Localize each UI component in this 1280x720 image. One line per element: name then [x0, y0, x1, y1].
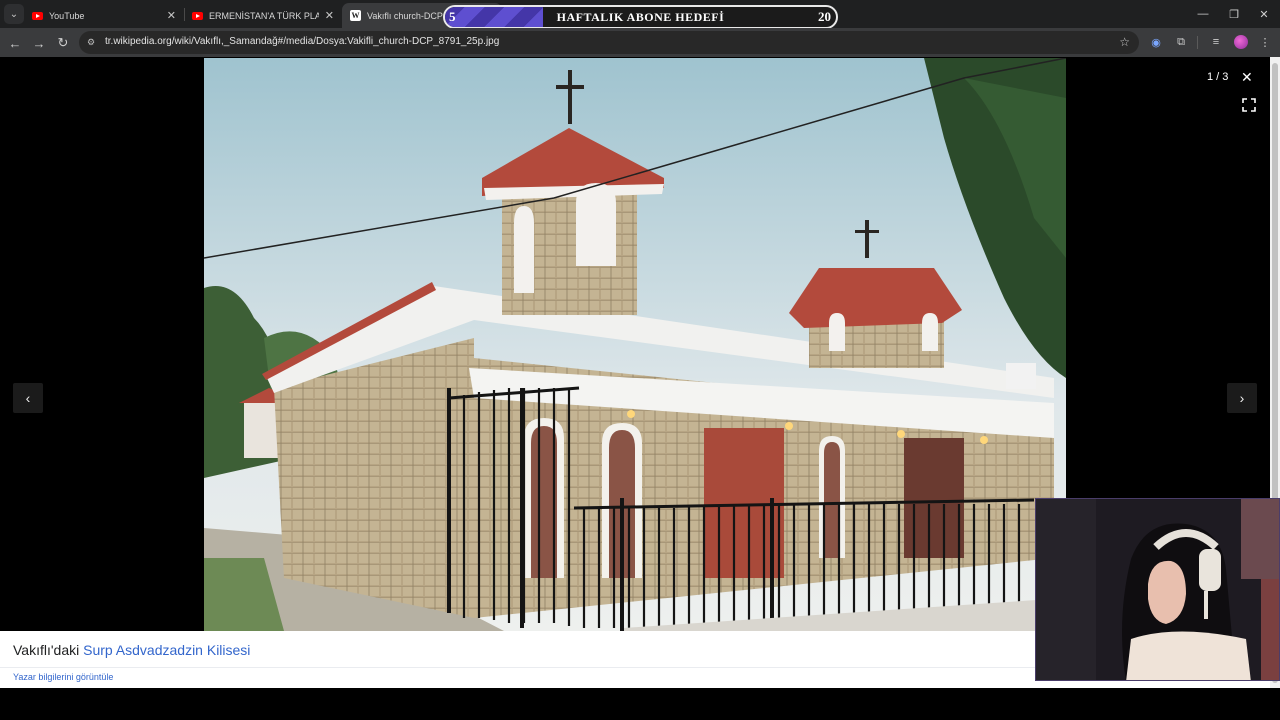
forward-button[interactable]: →	[28, 32, 50, 54]
caption-prefix: Vakıflı'daki	[13, 642, 84, 658]
image-counter: 1 / 3	[1207, 71, 1229, 83]
tab-youtube[interactable]: YouTube ✕	[24, 3, 184, 28]
reload-button[interactable]: ↻	[52, 32, 74, 54]
toolbar-divider	[1197, 36, 1198, 49]
tab-title: YouTube	[49, 10, 85, 21]
tab-title: ERMENİSTAN'A TÜRK PLAKA M	[209, 10, 319, 21]
goal-label: HAFTALIK ABONE HEDEFİ	[556, 10, 725, 24]
close-icon[interactable]: ✕	[325, 9, 334, 22]
reload-icon: ↻	[57, 35, 69, 50]
church-photo[interactable]	[204, 58, 1066, 631]
image-caption: Vakıflı'daki Surp Asdvadzadzin Kilisesi	[13, 642, 250, 658]
browser-toolbar: ← → ↻ ⚙ tr.wikipedia.org/wiki/Vakıflı,_S…	[0, 28, 1280, 57]
streamer-webcam-image	[1036, 499, 1279, 680]
subscriber-goal-bar: 5 HAFTALIK ABONE HEDEFİ 20	[443, 5, 838, 29]
bookmark-star-icon[interactable]: ☆	[1119, 35, 1130, 49]
youtube-icon	[32, 11, 43, 20]
minimize-icon: —	[1197, 8, 1209, 20]
restore-icon: ❐	[1229, 8, 1239, 21]
arrow-left-icon: ←	[8, 35, 22, 51]
caption-church-link[interactable]: Surp Asdvadzadzin Kilisesi	[83, 642, 250, 658]
extensions-icon[interactable]: ⧉	[1173, 34, 1189, 50]
profile-avatar[interactable]	[1234, 35, 1248, 49]
chevron-left-icon: ‹	[25, 390, 31, 406]
media-controls-icon[interactable]: ≡	[1208, 34, 1224, 50]
tab-search-button[interactable]: ⌄	[4, 4, 24, 24]
close-window-button[interactable]: ✕	[1249, 4, 1279, 24]
tab-strip: ⌄ YouTube ✕ ERMENİSTAN'A TÜRK PLAKA M ✕ …	[0, 0, 1280, 29]
minimize-button[interactable]: —	[1188, 4, 1218, 24]
chevron-down-icon: ⌄	[9, 8, 19, 20]
address-bar[interactable]: ⚙ tr.wikipedia.org/wiki/Vakıflı,_Samanda…	[79, 31, 1139, 54]
close-viewer-button[interactable]: ✕	[1241, 69, 1253, 86]
attribution-link[interactable]: Yazar bilgilerini görüntüle	[13, 672, 113, 682]
restore-button[interactable]: ❐	[1219, 4, 1249, 24]
close-icon: ✕	[1259, 8, 1269, 21]
site-info-icon[interactable]: ⚙	[87, 37, 98, 48]
youtube-icon	[192, 11, 203, 20]
goal-target: 20	[818, 9, 831, 24]
webcam-overlay	[1035, 498, 1280, 681]
menu-kebab-icon[interactable]: ⋮	[1257, 34, 1273, 50]
wikipedia-icon: W	[350, 10, 361, 21]
next-image-button[interactable]: ›	[1227, 383, 1257, 413]
arrow-right-icon: →	[32, 35, 46, 51]
tab-ermenistan[interactable]: ERMENİSTAN'A TÜRK PLAKA M ✕	[184, 3, 342, 28]
back-button[interactable]: ←	[4, 32, 26, 54]
chevron-right-icon: ›	[1239, 390, 1245, 406]
url-text[interactable]: tr.wikipedia.org/wiki/Vakıflı,_Samandağ#…	[105, 36, 499, 47]
previous-image-button[interactable]: ‹	[13, 383, 43, 413]
fullscreen-icon[interactable]	[1242, 98, 1256, 112]
close-icon[interactable]: ✕	[167, 9, 176, 22]
read-aloud-icon[interactable]: ◉	[1148, 34, 1164, 50]
